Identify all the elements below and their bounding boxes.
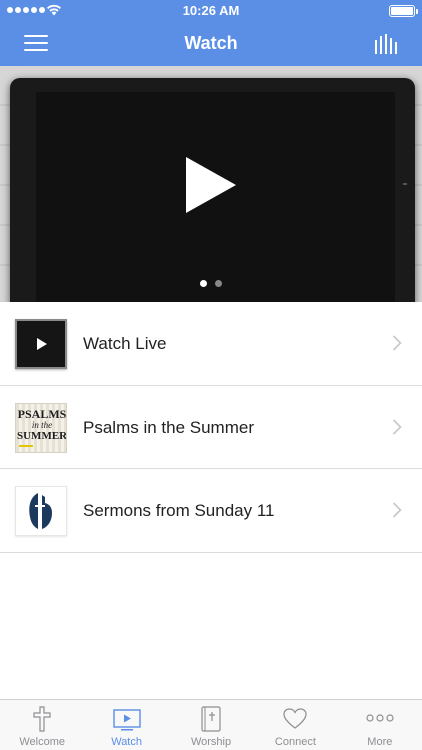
artwork-title-line-2: in the — [31, 419, 53, 430]
more-dots-icon — [366, 714, 394, 722]
list-item-label: Psalms in the Summer — [83, 417, 254, 437]
status-bar: 10:26 AM — [0, 0, 422, 22]
tab-welcome[interactable]: Welcome — [0, 700, 84, 750]
tab-label: Welcome — [19, 736, 66, 748]
cross-icon — [33, 706, 51, 732]
tab-bar: Welcome Watch Worship Connect More — [0, 699, 422, 750]
list-item-label: Sermons from Sunday 11 — [83, 501, 275, 520]
battery-icon — [389, 5, 418, 17]
tab-watch[interactable]: Watch — [84, 700, 168, 750]
heart-icon — [283, 708, 308, 729]
audio-bars-icon[interactable] — [374, 34, 398, 54]
media-list: Watch Live PSALMS in the SUMMER Psalms i… — [0, 302, 422, 553]
nav-bar: Watch — [0, 22, 422, 66]
chevron-right-icon — [392, 335, 402, 351]
list-item-label: Watch Live — [83, 334, 167, 353]
chevron-right-icon — [392, 502, 402, 518]
church-logo — [15, 486, 67, 536]
psalms-artwork: PSALMS in the SUMMER — [15, 402, 67, 453]
page-indicator — [0, 280, 422, 287]
artwork-title-line-3: SUMMER — [17, 429, 67, 442]
tab-label: More — [367, 736, 393, 748]
page-dot-2[interactable] — [215, 280, 222, 287]
tab-label: Worship — [190, 736, 232, 748]
app-header: 10:26 AM Watch — [0, 0, 422, 66]
list-item-watch-live[interactable]: Watch Live — [0, 302, 422, 386]
list-item-psalms[interactable]: PSALMS in the SUMMER Psalms in the Summe… — [0, 386, 422, 469]
page-dot-1[interactable] — [200, 280, 207, 287]
bible-icon — [201, 706, 221, 732]
play-icon — [37, 338, 47, 350]
tab-worship[interactable]: Worship — [169, 700, 253, 750]
video-icon — [112, 709, 141, 731]
chevron-right-icon — [392, 418, 402, 435]
status-time: 10:26 AM — [182, 3, 240, 18]
play-icon[interactable] — [186, 157, 236, 213]
tab-label: Connect — [274, 736, 316, 748]
page-title: Watch — [184, 33, 238, 53]
tab-more[interactable]: More — [338, 700, 422, 750]
tab-connect[interactable]: Connect — [253, 700, 337, 750]
live-video-thumbnail — [15, 319, 67, 369]
list-item-sermons[interactable]: Sermons from Sunday 11 — [0, 469, 422, 553]
tab-label: Watch — [111, 736, 142, 748]
